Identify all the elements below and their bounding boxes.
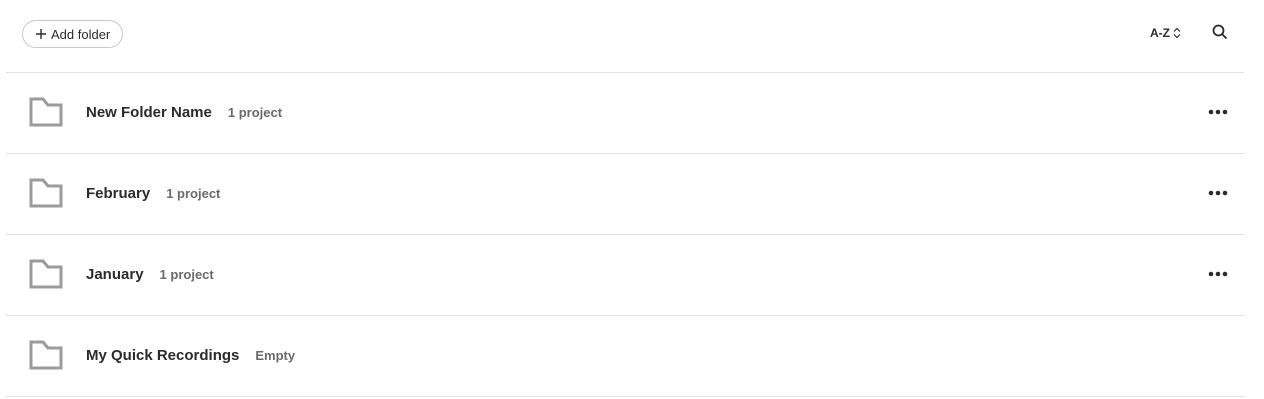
more-horizontal-icon (1208, 183, 1228, 201)
folder-row[interactable]: New Folder Name 1 project (6, 73, 1244, 154)
folder-icon (29, 97, 63, 127)
folder-row[interactable]: February 1 project (6, 154, 1244, 235)
folder-name: February 1 project (86, 185, 221, 202)
more-horizontal-icon (1208, 264, 1228, 282)
sort-dropdown[interactable]: A-Z (1150, 26, 1181, 40)
folder-more-button[interactable] (1207, 184, 1229, 200)
folder-project-count: 1 project (166, 186, 221, 201)
folder-icon (29, 178, 63, 208)
plus-icon (35, 28, 47, 40)
folders-toolbar: Add folder A-Z (0, 0, 1264, 72)
folder-project-count: 1 project (227, 105, 283, 120)
folder-name: January 1 project (86, 266, 214, 283)
folder-project-count: 1 project (159, 267, 214, 282)
folder-name: My Quick Recordings Empty (86, 347, 296, 364)
sort-label: A-Z (1150, 26, 1170, 40)
folder-icon (29, 340, 63, 370)
add-folder-button[interactable]: Add folder (22, 20, 124, 48)
folder-row[interactable]: My Quick Recordings Empty (6, 316, 1244, 397)
sort-chevrons-icon (1173, 27, 1181, 39)
folder-status: Empty (255, 348, 296, 363)
folder-name: New Folder Name 1 project (86, 104, 283, 121)
folder-list: New Folder Name 1 project February 1 proje… (6, 73, 1244, 397)
folder-icon (29, 259, 63, 289)
search-icon (1212, 24, 1228, 45)
folder-row[interactable]: January 1 project (6, 235, 1244, 316)
add-folder-label: Add folder (51, 26, 111, 42)
search-button[interactable] (1211, 24, 1229, 45)
folder-more-button[interactable] (1207, 265, 1229, 281)
folder-more-button[interactable] (1207, 103, 1229, 119)
more-horizontal-icon (1208, 102, 1228, 120)
